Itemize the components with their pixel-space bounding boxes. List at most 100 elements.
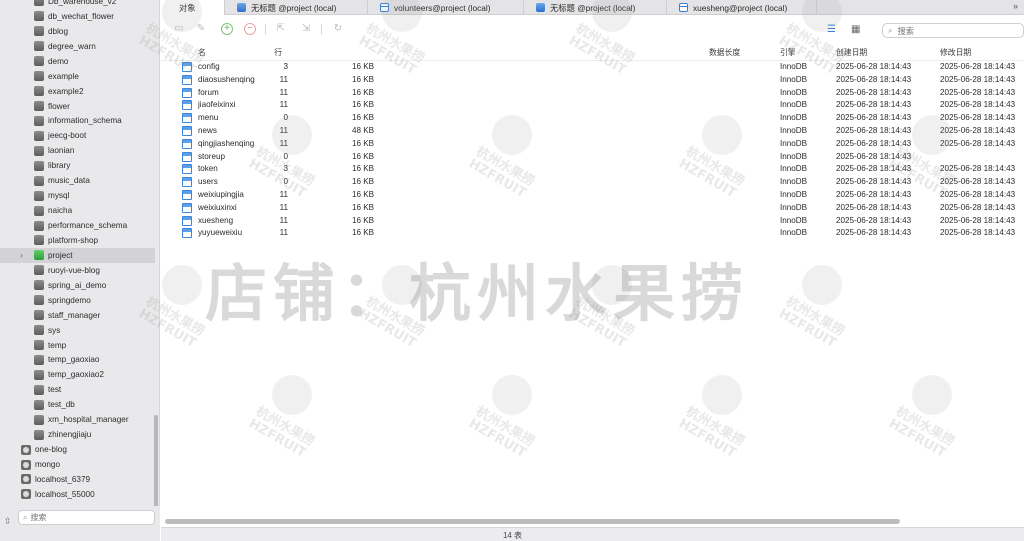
sidebar-database-item[interactable]: temp (0, 338, 155, 353)
table-row[interactable]: weixiuxinxi 11 16 KB InnoDB 2025-06-28 18:14… (161, 202, 1024, 215)
header-size[interactable]: 数据长度 (709, 47, 740, 58)
sidebar-database-item[interactable]: dblog (0, 24, 155, 39)
sidebar-item-label: xm_hospital_manager (48, 415, 129, 425)
sidebar-database-item[interactable]: demo (0, 54, 155, 69)
sidebar-database-item[interactable]: springdemo (0, 293, 155, 308)
database-icon (34, 354, 44, 365)
table-row[interactable]: xuesheng 11 16 KB InnoDB 2025-06-28 18:14:43… (161, 215, 1024, 228)
sidebar-database-item[interactable]: sys (0, 323, 155, 338)
table-row[interactable]: config 3 16 KB InnoDB 2025-06-28 18:14:43 202… (161, 61, 1024, 74)
sidebar-database-item[interactable]: example2 (0, 84, 155, 99)
cell-rows: 3 (283, 62, 288, 71)
tab-0[interactable]: 对象 (161, 0, 225, 15)
sidebar-database-item[interactable]: mysql (0, 188, 155, 203)
sidebar-database-item[interactable]: performance_schema (0, 218, 155, 233)
header-modified[interactable]: 修改日期 (940, 47, 971, 58)
header-created[interactable]: 创建日期 (836, 47, 867, 58)
toolbar-divider (265, 24, 266, 34)
sidebar-search[interactable]: ⌕ (18, 510, 155, 525)
sidebar-database-item[interactable]: temp_gaoxiao2 (0, 367, 155, 382)
table-row[interactable]: yuyueweixiu 11 16 KB InnoDB 2025-06-28 18:14… (161, 227, 1024, 240)
sidebar-database-item[interactable]: xm_hospital_manager (0, 412, 155, 427)
tab-2[interactable]: volunteers@project (local) (368, 0, 524, 15)
sidebar-database-item[interactable]: staff_manager (0, 308, 155, 323)
sidebar-database-item[interactable]: ruoyi-vue-blog (0, 263, 155, 278)
object-search-input[interactable] (897, 25, 1008, 36)
export-icon[interactable]: ⇲ (300, 23, 312, 35)
object-search[interactable]: ⌕ (882, 23, 1024, 38)
tab-3[interactable]: 无标题 @project (local) (524, 0, 667, 15)
cell-size: 16 KB (351, 164, 374, 174)
filter-icon[interactable]: ⇳ (4, 516, 12, 527)
table-row[interactable]: news 11 48 KB InnoDB 2025-06-28 18:14:43 2025… (161, 125, 1024, 138)
table-row[interactable]: storeup 0 16 KB InnoDB 2025-06-28 18:14:43 (161, 151, 1024, 164)
import-icon[interactable]: ⇱ (275, 23, 287, 35)
sidebar-database-item[interactable]: degree_warn (0, 39, 155, 54)
table-row[interactable]: jiaofeixinxi 11 16 KB InnoDB 2025-06-28 18:1… (161, 99, 1024, 112)
more-tabs-icon[interactable]: » (1013, 1, 1018, 11)
sidebar-connection-item[interactable]: one-blog (0, 442, 155, 457)
watermark-logo-en: HZFRUIT (776, 306, 839, 351)
design-table-icon[interactable]: ✎ (195, 23, 207, 35)
sidebar-database-item[interactable]: naicha (0, 203, 155, 218)
sidebar-scrollbar[interactable] (154, 415, 158, 510)
horizontal-scrollbar[interactable] (165, 519, 900, 524)
sidebar-search-input[interactable] (30, 513, 131, 522)
database-icon (34, 384, 44, 395)
refresh-icon[interactable]: ↻ (332, 23, 344, 35)
sidebar-database-item[interactable]: library (0, 158, 155, 173)
sidebar-database-item[interactable]: db_wechat_flower (0, 9, 155, 24)
header-name[interactable]: 名 (198, 47, 206, 58)
sidebar-database-item[interactable]: spring_ai_demo (0, 278, 155, 293)
sidebar-database-item[interactable]: Db_warehouse_v2 (0, 0, 155, 9)
grid-view-icon[interactable]: ▦ (851, 24, 860, 35)
sidebar-connection-item[interactable]: localhost_55000 (0, 487, 155, 502)
table-row[interactable]: users 0 16 KB InnoDB 2025-06-28 18:14:43 2025… (161, 176, 1024, 189)
table-icon (182, 87, 192, 98)
list-view-icon[interactable]: ☰ (827, 24, 836, 35)
cell-modified: 2025-06-28 18:14:43 (940, 215, 1016, 225)
tab-label: 无标题 @project (local) (251, 2, 337, 13)
chevron-right-icon[interactable]: › (20, 250, 23, 260)
cell-name: jiaofeixinxi (198, 100, 236, 110)
table-row[interactable]: qingjiashenqing 11 16 KB InnoDB 2025-06-28 1… (161, 138, 1024, 151)
sidebar-connection-item[interactable]: mongo (0, 457, 155, 472)
open-table-icon[interactable]: ▭ (173, 23, 185, 35)
cell-size: 16 KB (351, 138, 374, 148)
table-row[interactable]: token 3 16 KB InnoDB 2025-06-28 18:14:43 2025… (161, 163, 1024, 176)
sidebar-database-item[interactable]: temp_gaoxiao (0, 353, 155, 368)
cell-engine: InnoDB (780, 164, 807, 174)
sidebar-item-label: platform-shop (48, 235, 99, 245)
tab-4[interactable]: xuesheng@project (local) (667, 0, 817, 15)
table-row[interactable]: forum 11 16 KB InnoDB 2025-06-28 18:14:43 202… (161, 87, 1024, 100)
cell-created: 2025-06-28 18:14:43 (836, 177, 912, 187)
tab-1[interactable]: 无标题 @project (local) (225, 0, 368, 15)
sidebar-database-item[interactable]: example (0, 69, 155, 84)
table-row[interactable]: weixiupingjia 11 16 KB InnoDB 2025-06-28 18:… (161, 189, 1024, 202)
cell-modified: 2025-06-28 18:14:43 (940, 87, 1016, 97)
sidebar-database-item[interactable]: zhinengjiaju (0, 427, 155, 442)
table-row[interactable]: menu 0 16 KB InnoDB 2025-06-28 18:14:43 2025-… (161, 112, 1024, 125)
sidebar-database-item[interactable]: jeecg-boot (0, 128, 155, 143)
toolbar-divider (321, 24, 322, 34)
header-engine[interactable]: 引擎 (780, 47, 796, 58)
sidebar-connection-item[interactable]: localhost_6379 (0, 472, 155, 487)
sidebar-item-label: temp_gaoxiao2 (48, 370, 104, 380)
sidebar-database-item[interactable]: test_db (0, 397, 155, 412)
table-row[interactable]: diaosushenqing 11 16 KB InnoDB 2025-06-28 18… (161, 74, 1024, 87)
sidebar-item-label: example2 (48, 86, 84, 96)
sidebar-database-item[interactable]: test (0, 382, 155, 397)
cell-name: token (198, 164, 218, 174)
new-table-button[interactable]: + (221, 23, 233, 35)
header-rows[interactable]: 行 (274, 47, 282, 58)
sidebar-database-item[interactable]: music_data (0, 173, 155, 188)
delete-table-button[interactable]: − (244, 23, 256, 35)
sidebar-database-item[interactable]: flower (0, 99, 155, 114)
watermark-logo-en: HZFRUIT (466, 416, 529, 461)
cell-created: 2025-06-28 18:14:43 (836, 100, 912, 110)
connection-icon (21, 489, 31, 500)
sidebar-database-item[interactable]: › project (0, 247, 155, 263)
sidebar-database-item[interactable]: laonian (0, 143, 155, 158)
sidebar-database-item[interactable]: information_schema (0, 114, 155, 129)
sidebar-database-item[interactable]: platform-shop (0, 233, 155, 248)
